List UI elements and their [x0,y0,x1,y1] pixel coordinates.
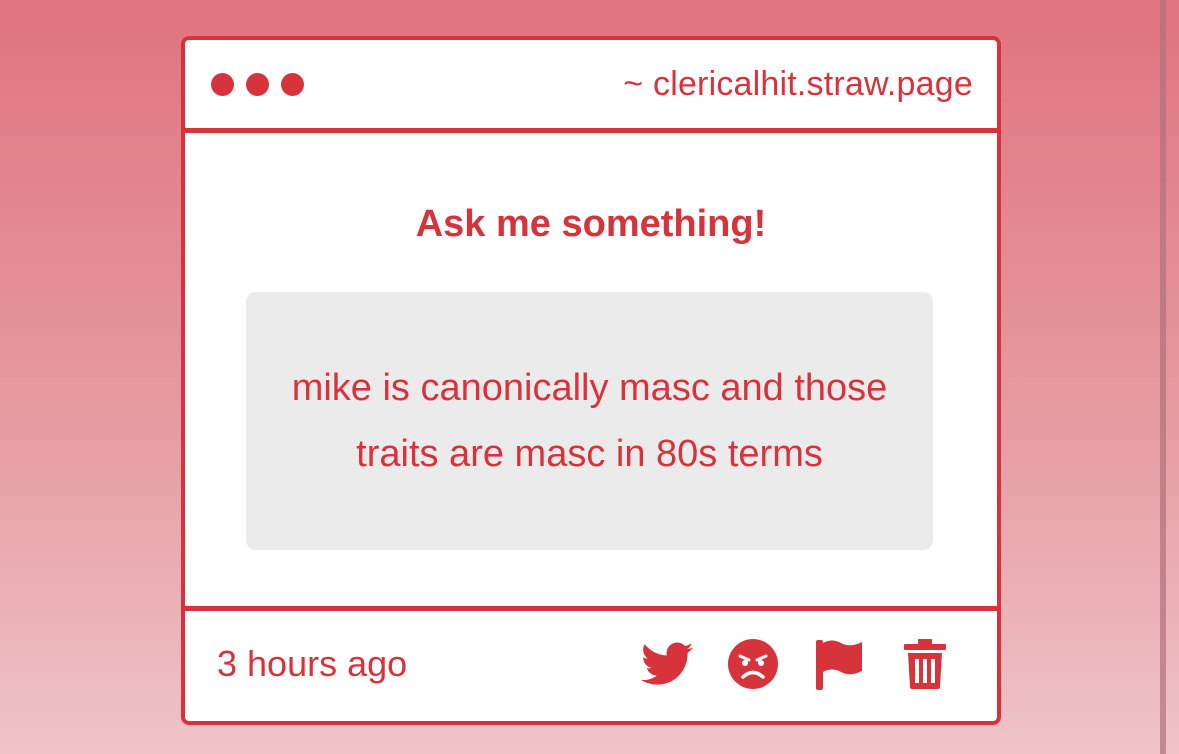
question-box: mike is canonically masc and those trait… [246,292,933,550]
twitter-icon[interactable] [641,638,693,690]
question-text: mike is canonically masc and those trait… [291,367,888,475]
window-dot [246,72,269,96]
trash-icon-glyph [904,638,946,689]
flag-icon-glyph [816,639,862,690]
angry-face-icon-glyph [728,638,778,689]
angry-face-icon[interactable] [727,638,779,690]
timestamp: 3 hours ago [217,642,408,684]
page-edge [1160,0,1179,754]
scroll-edge-line [1160,0,1166,754]
page-url[interactable]: ~ clericalhit.straw.page [623,65,973,104]
card-titlebar: ~ clericalhit.straw.page [185,40,997,133]
card-footer: 3 hours ago [185,611,997,716]
ask-heading: Ask me something! [415,203,767,245]
trash-icon[interactable] [899,638,951,690]
card-body: Ask me something! mike is canonically ma… [185,133,997,611]
flag-icon[interactable] [813,638,865,690]
window-dot [281,72,304,96]
ask-card: ~ clericalhit.straw.page Ask me somethin… [181,36,1001,725]
window-dot [211,72,234,96]
action-bar [641,638,951,690]
window-dots [211,72,304,96]
twitter-icon-glyph [641,642,693,685]
